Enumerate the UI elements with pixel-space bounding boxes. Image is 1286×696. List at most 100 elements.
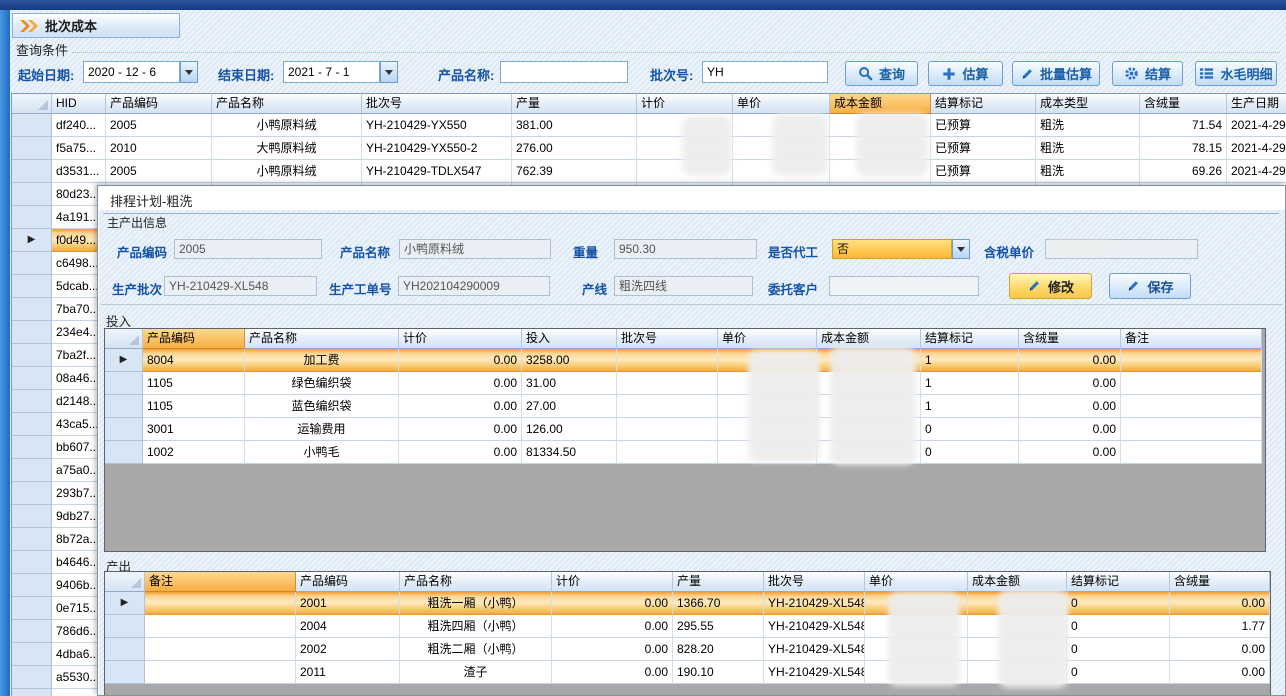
- batch-cost-table-cell[interactable]: 小鸭原料绒: [212, 160, 362, 183]
- batch-cost-table-cell[interactable]: [733, 137, 830, 160]
- input-table-column-header[interactable]: 成本金额: [817, 329, 921, 349]
- input-table-cell[interactable]: [817, 395, 921, 418]
- input-table-cell[interactable]: [817, 349, 921, 372]
- batch-cost-table-cell[interactable]: 大鸭原料绒: [212, 137, 362, 160]
- batch-cost-table-cell[interactable]: 2010: [106, 137, 212, 160]
- batch-cost-table-cell[interactable]: 小鸭原料绒: [212, 114, 362, 137]
- output-table-cell[interactable]: [145, 661, 296, 684]
- batch-cost-table-cell[interactable]: 粗洗: [1036, 114, 1140, 137]
- output-table-cell[interactable]: YH-210429-XL548: [764, 638, 865, 661]
- input-table-column-header[interactable]: 计价: [399, 329, 522, 349]
- batch-cost-table-cell[interactable]: [733, 114, 830, 137]
- input-table-cell[interactable]: 0.00: [399, 349, 522, 372]
- row-selector[interactable]: [12, 413, 52, 436]
- batch-cost-table-cell[interactable]: [830, 137, 931, 160]
- row-selector[interactable]: [12, 551, 52, 574]
- end-date-input[interactable]: 2021 - 7 - 1: [283, 61, 380, 83]
- input-table-cell[interactable]: 0: [921, 441, 1019, 464]
- select-all-corner[interactable]: [105, 329, 143, 349]
- batch-cost-table-cell[interactable]: 71.54: [1140, 114, 1227, 137]
- output-table-column-header[interactable]: 产品编码: [296, 572, 400, 592]
- input-table-cell[interactable]: 0.00: [399, 441, 522, 464]
- output-table-cell[interactable]: 粗洗一厢（小鸭）: [400, 592, 552, 615]
- output-table-cell[interactable]: 0.00: [1170, 661, 1270, 684]
- start-date-dropdown-button[interactable]: [180, 61, 198, 83]
- batch-no-input[interactable]: YH: [702, 61, 828, 83]
- row-selector[interactable]: [12, 459, 52, 482]
- input-table-cell[interactable]: 0: [921, 418, 1019, 441]
- batch-cost-table-column-header[interactable]: 成本类型: [1036, 94, 1140, 114]
- input-table-row[interactable]: ▶8004加工费0.003258.0010.00: [105, 349, 1262, 372]
- row-selector-arrow[interactable]: ▶: [105, 349, 143, 372]
- prod-batch-field[interactable]: YH-210429-XL548: [164, 276, 317, 296]
- input-table-cell[interactable]: [1121, 372, 1262, 395]
- input-table-row[interactable]: 1105绿色编织袋0.0031.0010.00: [105, 372, 1262, 395]
- batch-cost-table-cell[interactable]: 2005: [106, 114, 212, 137]
- input-table-cell[interactable]: [817, 372, 921, 395]
- output-table-cell[interactable]: [968, 615, 1067, 638]
- input-table-cell[interactable]: [617, 395, 718, 418]
- row-selector[interactable]: [12, 137, 52, 160]
- output-table-cell[interactable]: [865, 615, 968, 638]
- output-table-cell[interactable]: 1366.70: [673, 592, 764, 615]
- input-table-cell[interactable]: [718, 441, 817, 464]
- input-table-cell[interactable]: 1002: [143, 441, 245, 464]
- output-table-column-header[interactable]: 单价: [865, 572, 968, 592]
- batch-cost-table-cell[interactable]: 69.26: [1140, 160, 1227, 183]
- input-table-column-header[interactable]: 投入: [522, 329, 617, 349]
- input-table-column-header[interactable]: 备注: [1121, 329, 1262, 349]
- batch-cost-table-cell[interactable]: 粗洗: [1036, 137, 1140, 160]
- input-table-cell[interactable]: 81334.50: [522, 441, 617, 464]
- input-table-cell[interactable]: 1: [921, 349, 1019, 372]
- batch-cost-table-column-header[interactable]: 结算标记: [931, 94, 1036, 114]
- output-table-column-header[interactable]: 产量: [673, 572, 764, 592]
- output-table-column-header[interactable]: 产品名称: [400, 572, 552, 592]
- output-table-cell[interactable]: [865, 592, 968, 615]
- output-table-cell[interactable]: 1.77: [1170, 615, 1270, 638]
- batch-cost-table-column-header[interactable]: 产量: [512, 94, 637, 114]
- row-selector[interactable]: [12, 597, 52, 620]
- batch-cost-table-cell[interactable]: df240...: [52, 114, 106, 137]
- output-table-cell[interactable]: 0.00: [552, 638, 673, 661]
- save-button[interactable]: 保存: [1109, 273, 1191, 299]
- batch-cost-table-cell[interactable]: [637, 114, 733, 137]
- row-selector[interactable]: [105, 615, 145, 638]
- batch-cost-table-cell[interactable]: 78.15: [1140, 137, 1227, 160]
- row-selector[interactable]: [12, 321, 52, 344]
- output-table-cell[interactable]: 0: [1067, 638, 1170, 661]
- batch-cost-table-row[interactable]: d3531...2005小鸭原料绒YH-210429-TDLX547762.39…: [12, 160, 1286, 183]
- input-table-cell[interactable]: 3001: [143, 418, 245, 441]
- input-table-column-header[interactable]: 结算标记: [921, 329, 1019, 349]
- input-table-cell[interactable]: [1121, 441, 1262, 464]
- product-name-input[interactable]: [500, 61, 628, 83]
- input-table-cell[interactable]: 0.00: [399, 418, 522, 441]
- output-table-cell[interactable]: 828.20: [673, 638, 764, 661]
- input-table-cell[interactable]: [617, 418, 718, 441]
- input-table-cell[interactable]: 1: [921, 372, 1019, 395]
- is-oem-dropdown-button[interactable]: [952, 239, 970, 259]
- output-table-cell[interactable]: 0.00: [552, 615, 673, 638]
- work-order-field[interactable]: YH202104290009: [398, 276, 550, 296]
- row-selector[interactable]: [12, 528, 52, 551]
- input-table-cell[interactable]: [718, 372, 817, 395]
- query-button-3[interactable]: 批量估算: [1012, 61, 1100, 86]
- client-field[interactable]: [829, 276, 979, 296]
- row-selector[interactable]: [12, 298, 52, 321]
- output-table-cell[interactable]: 0.00: [1170, 638, 1270, 661]
- input-table-column-header[interactable]: 含绒量: [1019, 329, 1121, 349]
- batch-cost-table-column-header[interactable]: 计价: [637, 94, 733, 114]
- output-table-column-header[interactable]: 批次号: [764, 572, 865, 592]
- output-table-cell[interactable]: YH-210429-XL548: [764, 592, 865, 615]
- output-table-cell[interactable]: [145, 615, 296, 638]
- input-table-column-header[interactable]: 批次号: [617, 329, 718, 349]
- batch-cost-table-cell[interactable]: 762.39: [512, 160, 637, 183]
- output-table-column-header[interactable]: 含绒量: [1170, 572, 1270, 592]
- input-table-cell[interactable]: [718, 395, 817, 418]
- input-table-cell[interactable]: 0.00: [1019, 441, 1121, 464]
- batch-cost-table-cell[interactable]: [637, 160, 733, 183]
- output-table-cell[interactable]: 0: [1067, 661, 1170, 684]
- row-selector[interactable]: [12, 505, 52, 528]
- tab-batch-cost[interactable]: 批次成本: [12, 13, 180, 38]
- output-table-cell[interactable]: 2004: [296, 615, 400, 638]
- row-selector[interactable]: [12, 620, 52, 643]
